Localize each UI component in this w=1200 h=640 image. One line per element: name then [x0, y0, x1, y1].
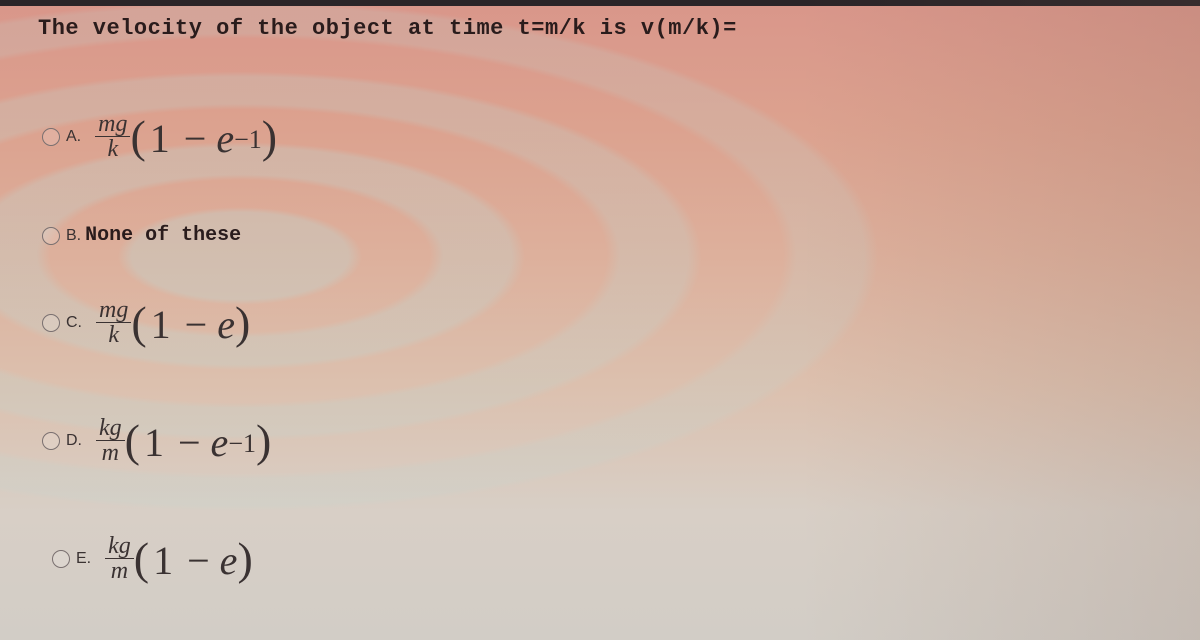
option-letter: A. [66, 127, 82, 145]
fraction: kg m [96, 416, 125, 465]
option-letter: C. [66, 313, 82, 331]
option-a[interactable]: A. mg k ( 1 − e −1 ) [42, 112, 277, 161]
base-e: e [217, 301, 235, 347]
one: 1 [149, 115, 170, 161]
denominator: k [108, 322, 119, 348]
radio-button-e[interactable] [52, 549, 70, 568]
base-e: e [210, 419, 229, 465]
exponent: −1 [234, 124, 262, 154]
base-e: e [216, 115, 235, 161]
radio-button-c[interactable] [42, 313, 60, 332]
numerator: mg [95, 112, 131, 137]
open-paren: ( [131, 296, 147, 348]
option-letter: B. [66, 226, 82, 244]
fraction: kg m [105, 534, 134, 583]
open-paren: ( [130, 110, 146, 162]
radio-button-b[interactable] [42, 226, 60, 245]
minus: − [187, 537, 210, 583]
option-letter: D. [66, 431, 82, 449]
option-e-formula: kg m ( 1 − e ) [105, 534, 253, 583]
screen-top-edge [0, 0, 1200, 6]
expression: ( 1 − e −1 ) [124, 414, 272, 466]
one: 1 [153, 537, 174, 583]
denominator: m [101, 440, 119, 466]
minus: − [184, 301, 208, 347]
option-b-text: None of these [85, 224, 242, 247]
question-text: The velocity of the object at time t=m/k… [38, 16, 737, 41]
open-paren: ( [133, 532, 150, 584]
expression: ( 1 − e −1 ) [130, 110, 278, 162]
radio-button-d[interactable] [42, 431, 60, 450]
close-paren: ) [261, 110, 278, 162]
fraction: mg k [95, 112, 131, 162]
expression: ( 1 − e ) [133, 532, 253, 584]
close-paren: ) [255, 414, 272, 466]
screen-shade [800, 0, 1200, 640]
minus: − [177, 419, 201, 465]
numerator: mg [96, 298, 132, 323]
option-a-formula: mg k ( 1 − e −1 ) [95, 112, 277, 161]
fraction: mg k [96, 298, 132, 348]
option-letter: E. [76, 549, 92, 567]
option-c[interactable]: C. mg k ( 1 − e ) [42, 298, 250, 347]
numerator: kg [105, 534, 134, 559]
base-e: e [219, 537, 238, 583]
open-paren: ( [124, 414, 140, 466]
exponent: −1 [228, 428, 256, 458]
option-d[interactable]: D. kg m ( 1 − e −1 ) [42, 416, 271, 465]
one: 1 [143, 419, 164, 465]
numerator: kg [96, 416, 125, 441]
denominator: m [110, 558, 129, 584]
close-paren: ) [237, 532, 253, 584]
close-paren: ) [235, 296, 251, 348]
one: 1 [150, 301, 171, 347]
denominator: k [107, 136, 119, 162]
option-e[interactable]: E. kg m ( 1 − e ) [52, 534, 253, 583]
radio-button-a[interactable] [42, 127, 60, 146]
option-d-formula: kg m ( 1 − e −1 ) [96, 416, 271, 465]
minus: − [183, 115, 207, 161]
expression: ( 1 − e ) [131, 296, 251, 348]
option-b[interactable]: B. None of these [42, 224, 241, 247]
option-c-formula: mg k ( 1 − e ) [96, 298, 250, 347]
